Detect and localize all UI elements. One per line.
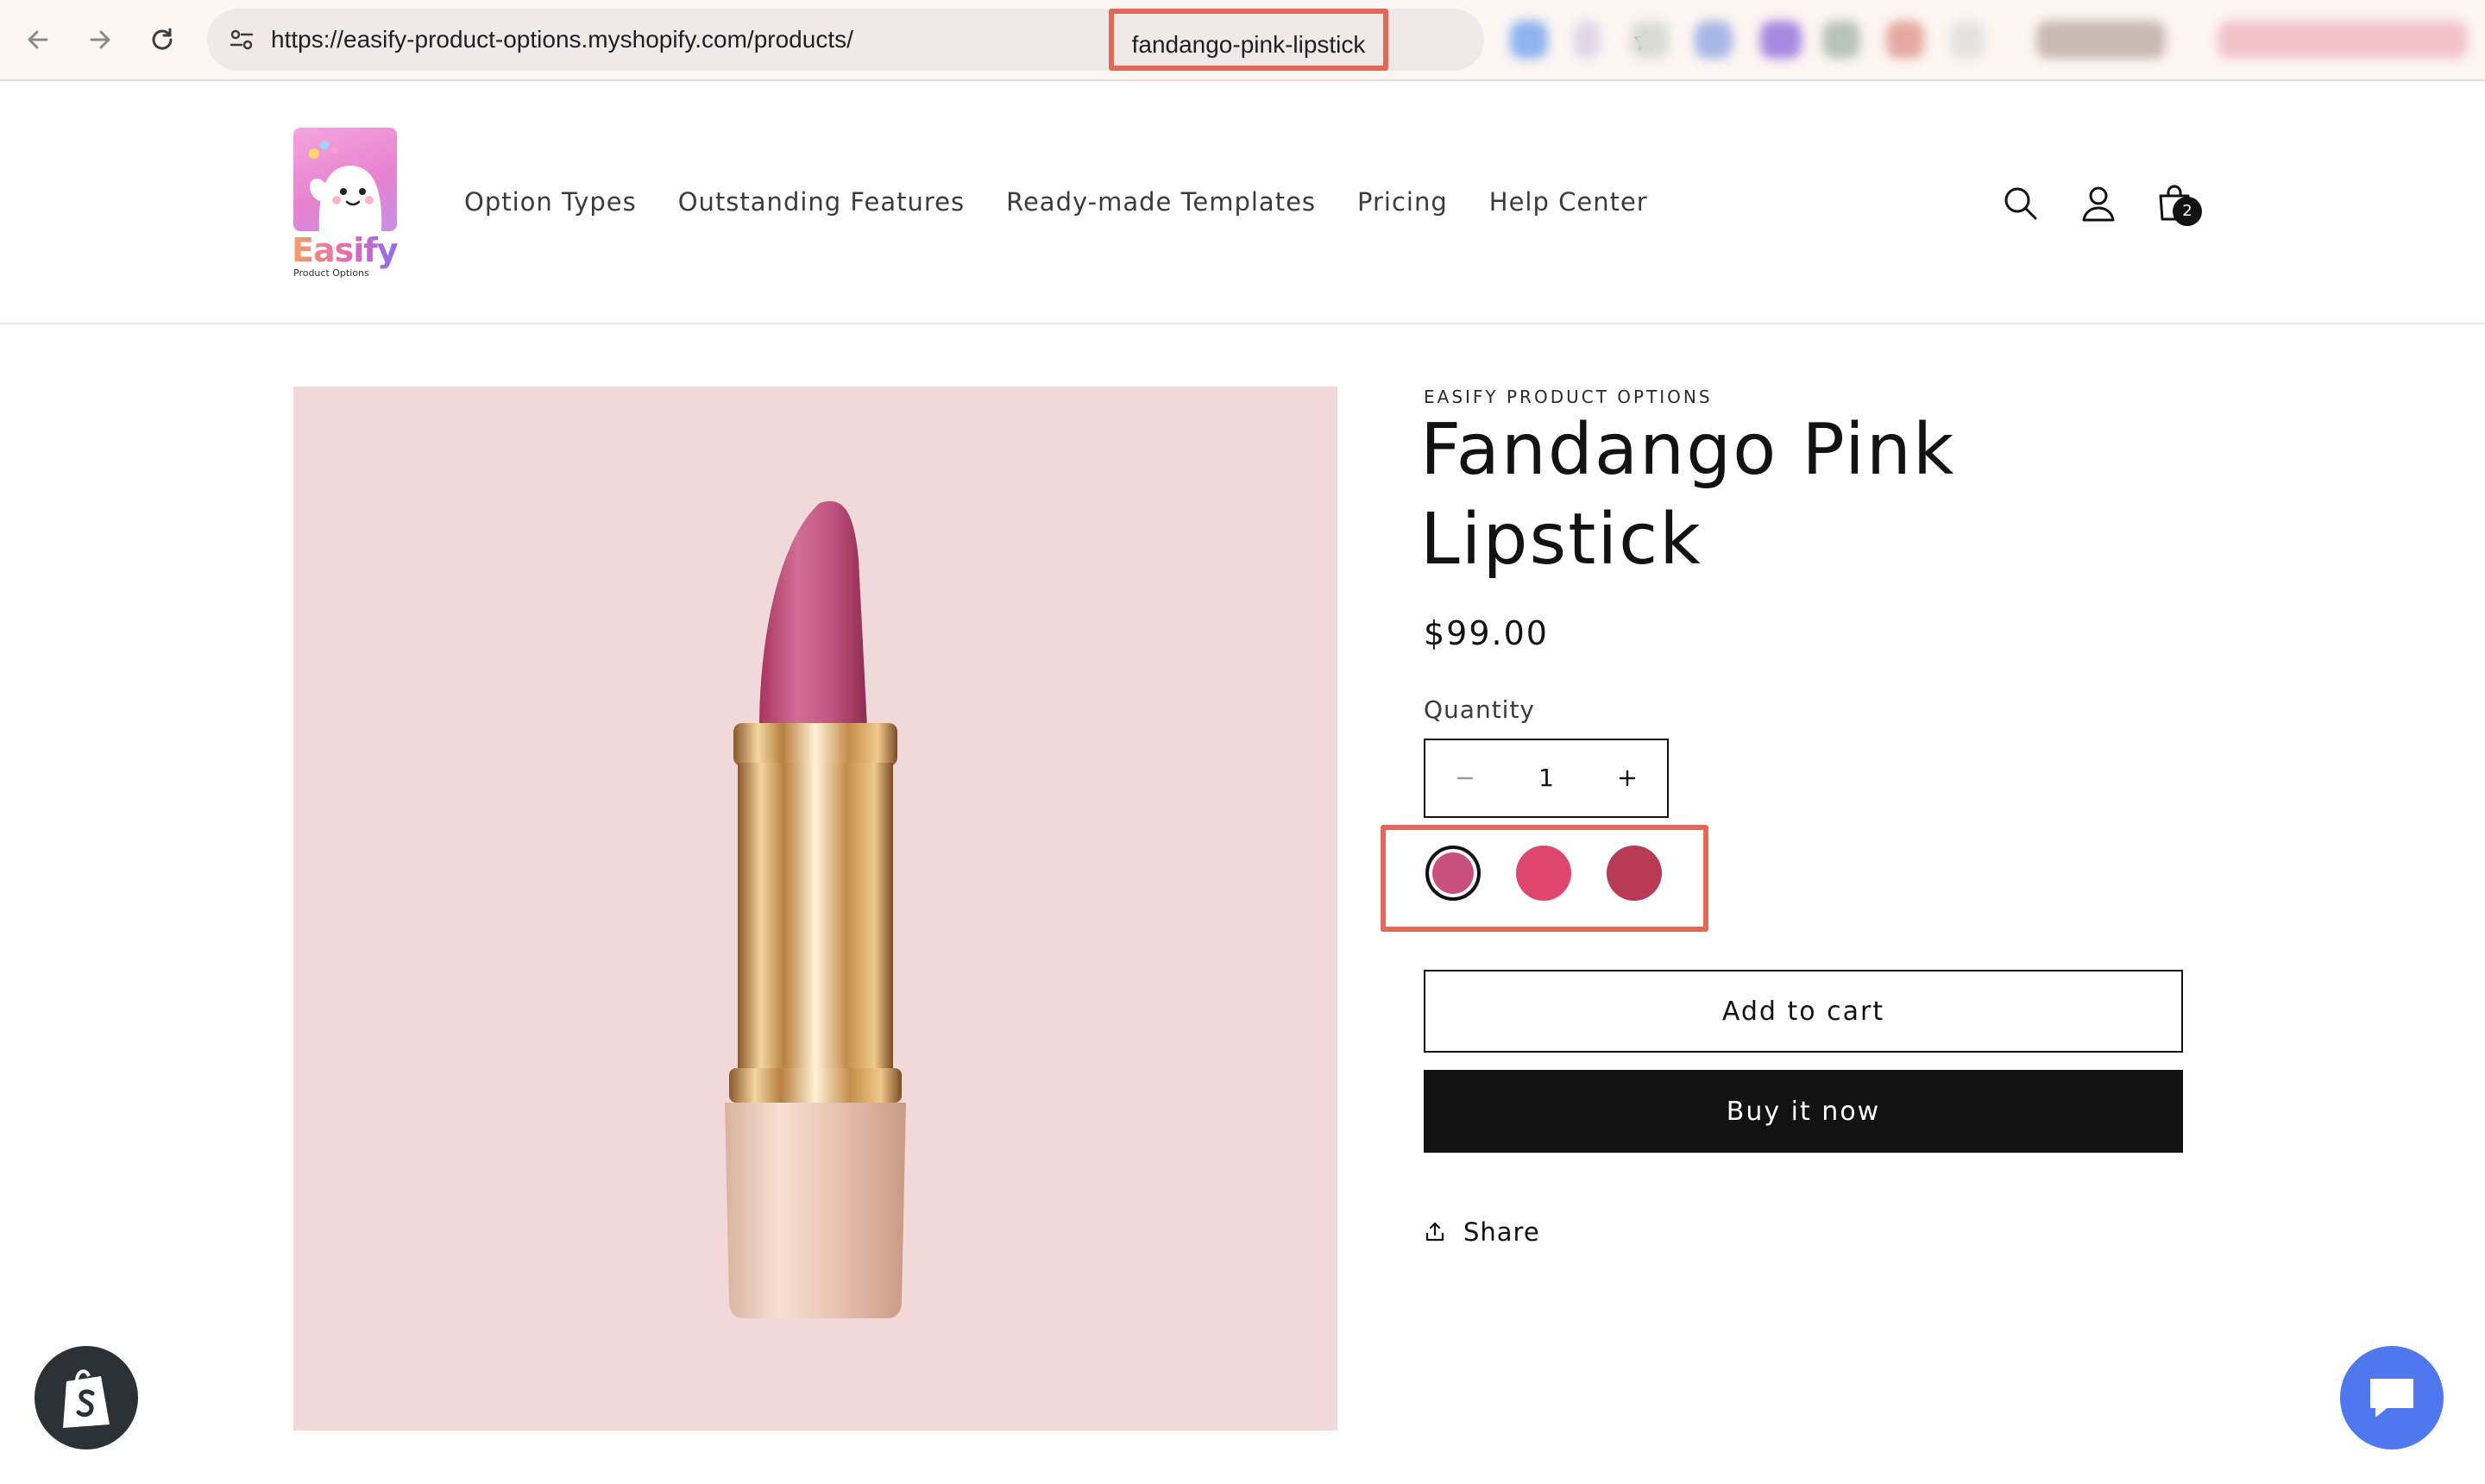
- color-swatch-2[interactable]: [1516, 846, 1571, 901]
- account-icon[interactable]: [2076, 181, 2121, 226]
- share-label: Share: [1463, 1217, 1540, 1247]
- quantity-input[interactable]: 1: [1505, 740, 1588, 816]
- nav-pricing[interactable]: Pricing: [1357, 187, 1448, 217]
- cart-count-badge: 2: [2173, 197, 2202, 226]
- address-bar[interactable]: https://easify-product-options.myshopify…: [207, 9, 1657, 71]
- share-icon: [1425, 1222, 1444, 1242]
- site-info-icon[interactable]: [224, 22, 259, 57]
- buy-it-now-button[interactable]: Buy it now: [1424, 1070, 2183, 1153]
- product-vendor: EASIFY PRODUCT OPTIONS: [1424, 387, 1713, 407]
- main-navigation: Option Types Outstanding Features Ready-…: [464, 81, 1689, 323]
- logo-subtitle: Product Options: [293, 267, 369, 279]
- nav-option-types[interactable]: Option Types: [464, 187, 637, 217]
- logo-mascot: [293, 128, 397, 231]
- url-base: https://easify-product-options.myshopify…: [271, 26, 853, 53]
- url-path-highlight: fandango-pink-lipstick: [1109, 9, 1388, 71]
- nav-outstanding-features[interactable]: Outstanding Features: [678, 187, 965, 217]
- forward-arrow-icon[interactable]: [83, 22, 117, 57]
- store-logo[interactable]: Easify Product Options: [292, 128, 399, 279]
- quantity-label: Quantity: [1424, 695, 1535, 724]
- chat-icon[interactable]: [2340, 1346, 2444, 1449]
- browser-toolbar: https://easify-product-options.myshopify…: [0, 0, 2485, 81]
- product-title: Fandango Pink Lipstick: [1420, 409, 1956, 581]
- add-to-cart-button[interactable]: Add to cart: [1424, 970, 2183, 1053]
- nav-help-center[interactable]: Help Center: [1489, 187, 1648, 217]
- store-header: Easify Product Options Option Types Outs…: [0, 81, 2485, 324]
- quantity-decrease-button[interactable]: [1425, 740, 1505, 816]
- quantity-increase-button[interactable]: [1588, 740, 1667, 816]
- nav-ready-made-templates[interactable]: Ready-made Templates: [1006, 187, 1316, 217]
- color-swatch-1[interactable]: [1425, 846, 1481, 901]
- color-swatch-3[interactable]: [1607, 846, 1662, 901]
- product-image[interactable]: [293, 387, 1337, 1431]
- shopify-bag-icon[interactable]: [35, 1346, 138, 1449]
- search-icon[interactable]: [1998, 181, 2043, 226]
- extensions-area: [1501, 16, 2476, 64]
- plus-icon: [1619, 770, 1636, 787]
- product-price: $99.00: [1424, 614, 1549, 652]
- reload-icon[interactable]: [145, 22, 179, 57]
- share-button[interactable]: Share: [1424, 1213, 1540, 1251]
- quantity-stepper: 1: [1424, 739, 1669, 818]
- back-arrow-icon[interactable]: [21, 22, 55, 57]
- logo-wordmark: Easify: [292, 231, 399, 269]
- minus-icon: [1456, 777, 1474, 780]
